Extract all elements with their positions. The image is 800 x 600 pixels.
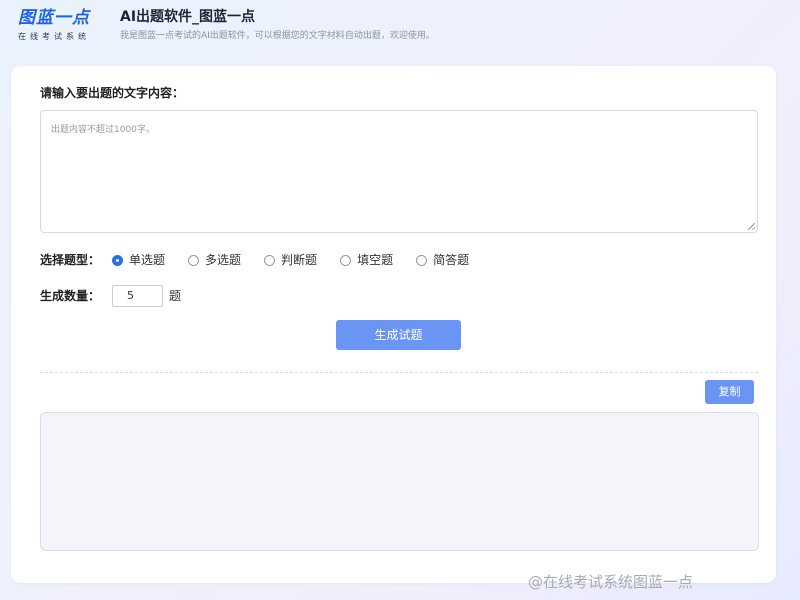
generate-questions-button[interactable]: 生成试题: [336, 320, 461, 350]
radio-multiple-choice[interactable]: 多选题: [188, 252, 241, 268]
page-title: AI出题软件_图蓝一点: [120, 9, 256, 25]
logo-title: 图蓝一点: [18, 8, 90, 28]
section-divider: [40, 372, 758, 373]
copy-button[interactable]: 复制: [705, 380, 754, 404]
question-count-input[interactable]: 5: [112, 285, 164, 307]
content-input-label: 请输入要出题的文字内容：: [40, 86, 185, 100]
radio-label: 填空题: [357, 253, 394, 267]
question-type-label: 选择题型：: [40, 253, 101, 267]
radio-button[interactable]: [264, 254, 276, 266]
radio-true-false[interactable]: 判断题: [264, 252, 317, 268]
logo[interactable]: 图蓝一点 在线考试系统: [18, 8, 100, 44]
question-type-row: 选择题型： 单选题 多选题 判断题 填空题 简答题: [40, 252, 492, 268]
radio-label: 简答题: [433, 253, 470, 267]
radio-label: 单选题: [129, 253, 166, 267]
radio-single-choice[interactable]: 单选题: [112, 252, 165, 268]
content-textarea[interactable]: 出题内容不超过1000字。: [40, 110, 758, 233]
radio-button[interactable]: [112, 254, 124, 266]
radio-fill-blank[interactable]: 填空题: [340, 252, 393, 268]
question-count-row: 生成数量： 5 题: [40, 285, 181, 307]
logo-subtitle: 在线考试系统: [18, 32, 90, 41]
main-card: 请输入要出题的文字内容： 出题内容不超过1000字。 选择题型： 单选题 多选题…: [11, 66, 776, 583]
watermark: @在线考试系统图蓝一点: [528, 573, 694, 591]
page-description: 我是图蓝一点考试的AI出题软件，可以根据您的文字材料自动出题，欢迎使用。: [120, 31, 435, 41]
question-count-label: 生成数量：: [40, 289, 101, 303]
radio-button[interactable]: [340, 254, 352, 266]
radio-label: 判断题: [281, 253, 318, 267]
result-output-area[interactable]: [40, 412, 759, 551]
radio-button[interactable]: [416, 254, 428, 266]
radio-button[interactable]: [188, 254, 200, 266]
app-header: 图蓝一点 在线考试系统 AI出题软件_图蓝一点 我是图蓝一点考试的AI出题软件，…: [0, 0, 800, 64]
textarea-placeholder: 出题内容不超过1000字。: [51, 125, 155, 135]
question-type-radio-group: 单选题 多选题 判断题 填空题 简答题: [112, 252, 492, 268]
question-count-unit: 题: [169, 289, 182, 303]
resize-handle-icon[interactable]: [748, 223, 755, 230]
radio-label: 多选题: [205, 253, 242, 267]
radio-short-answer[interactable]: 简答题: [416, 252, 469, 268]
